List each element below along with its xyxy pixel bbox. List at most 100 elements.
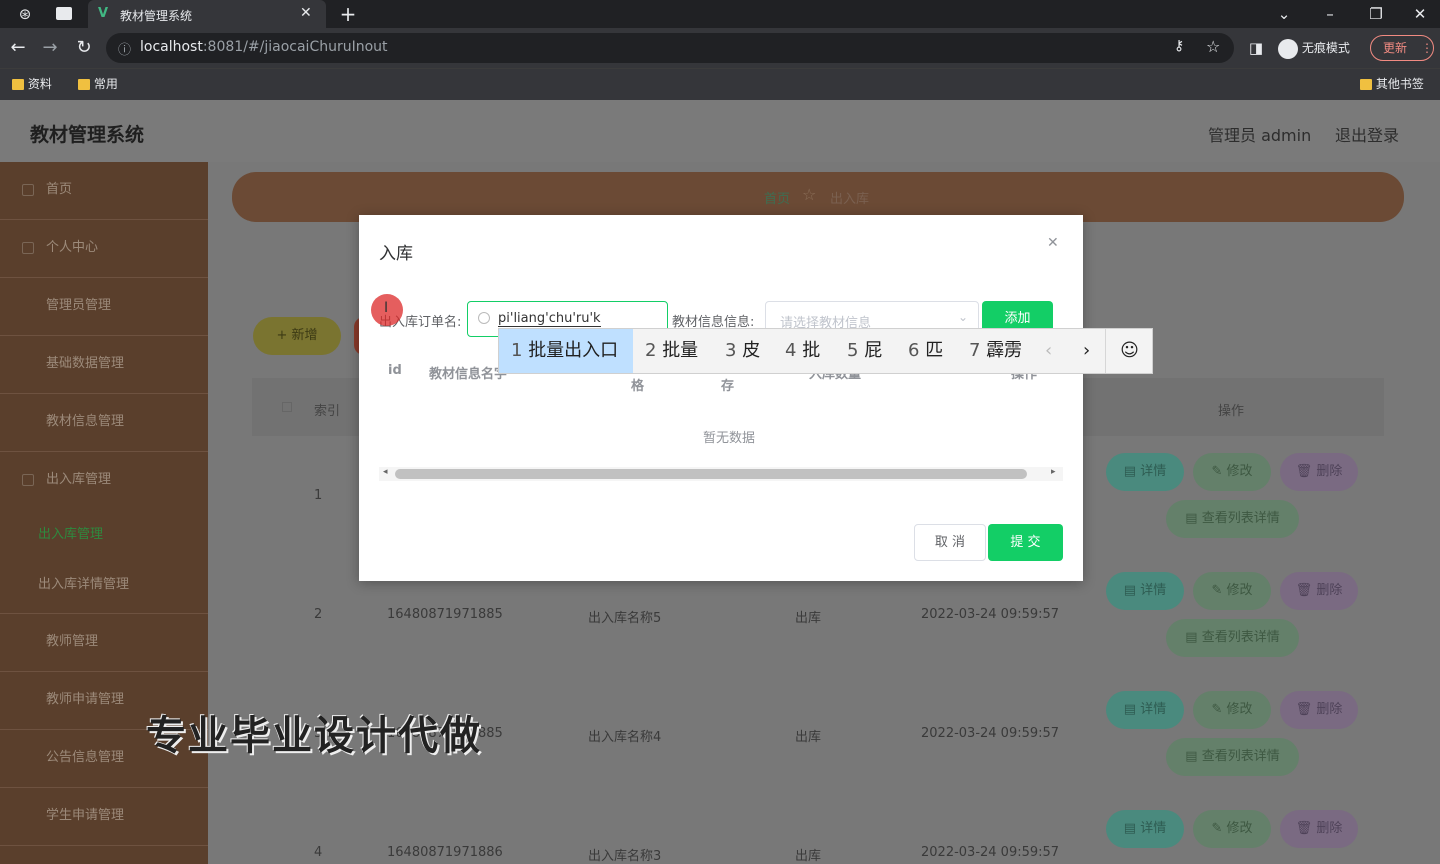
address-bar[interactable]: ⓘ localhost:8081/#/jiaocaiChuruInout ⚷ ☆ xyxy=(106,33,1234,63)
row-index: 1 xyxy=(314,488,323,503)
browser-menu-icon[interactable]: ⊛ xyxy=(12,0,38,28)
edit-label: 修改 xyxy=(1226,821,1253,836)
detail-button[interactable]: ▤ 详情 xyxy=(1106,810,1184,848)
close-window-icon[interactable]: ✕ xyxy=(1408,0,1432,28)
info-icon[interactable]: ⓘ xyxy=(118,39,131,58)
detail-button[interactable]: ▤ 详情 xyxy=(1106,691,1184,729)
view-list-detail-button[interactable]: ▤ 查看列表详情 xyxy=(1166,738,1299,776)
bookmark-star-icon[interactable]: ☆ xyxy=(1206,37,1220,56)
sidebar-subitem-label: 出入库管理 xyxy=(38,527,104,542)
edit-button[interactable]: ✎ 修改 xyxy=(1193,572,1271,610)
detail-button[interactable]: ▤ 详情 xyxy=(1106,572,1184,610)
close-tab-icon[interactable]: ✕ xyxy=(300,5,312,21)
browser-tab-strip: ⊛ V 教材管理系统 ✕ + ⌄ – ❐ ✕ xyxy=(0,0,1440,28)
minimize-icon[interactable]: – xyxy=(1318,0,1342,28)
scroll-right-icon[interactable]: ▸ xyxy=(1051,467,1056,477)
sidebar-item-student-apply[interactable]: 学生申请管理 xyxy=(0,788,208,846)
document-icon: ▤ xyxy=(1123,464,1141,479)
bookmark-folder[interactable]: 资料 xyxy=(12,75,52,92)
sidebar-item-profile[interactable]: 个人中心 xyxy=(0,220,208,278)
ime-candidate-1[interactable]: 1 批量出入口 xyxy=(499,329,633,373)
detail-button[interactable]: ▤ 详情 xyxy=(1106,453,1184,491)
edit-button[interactable]: ✎ 修改 xyxy=(1193,810,1271,848)
delete-button[interactable]: 🗑 删除 xyxy=(1280,453,1358,491)
sidebar-item-textbooks[interactable]: 教材信息管理 xyxy=(0,394,208,452)
reload-icon[interactable]: ↻ xyxy=(72,34,96,62)
key-icon[interactable]: ⚷ xyxy=(1174,38,1184,54)
new-tab-icon[interactable]: + xyxy=(336,0,360,28)
sidebar-item-label: 教师管理 xyxy=(46,634,99,649)
sidebar-item-inout[interactable]: 出入库管理 xyxy=(0,452,208,510)
ime-candidate-4[interactable]: 4 批 xyxy=(785,329,820,373)
bookmark-folder[interactable]: 常用 xyxy=(78,75,118,92)
ime-candidate-6[interactable]: 6 匹 xyxy=(908,329,943,373)
update-button[interactable]: 更新 ⋮ xyxy=(1370,35,1434,61)
sidebar-item-label: 基础数据管理 xyxy=(46,356,125,371)
ime-candidate-5[interactable]: 5 屁 xyxy=(847,329,882,373)
add-button[interactable]: + 新增 xyxy=(253,317,341,355)
browser-tab[interactable]: V 教材管理系统 ✕ xyxy=(88,0,326,28)
breadcrumb-home[interactable]: 首页 xyxy=(764,188,790,207)
cancel-button[interactable]: 取 消 xyxy=(914,524,986,561)
view-list-detail-button[interactable]: ▤ 查看列表详情 xyxy=(1166,500,1299,538)
document-icon: ▤ xyxy=(1123,821,1141,836)
delete-button[interactable]: 🗑 删除 xyxy=(1280,691,1358,729)
ime-next-icon[interactable]: › xyxy=(1083,329,1090,373)
edit-button[interactable]: ✎ 修改 xyxy=(1193,691,1271,729)
detail-label: 详情 xyxy=(1140,464,1167,479)
ime-prev-icon[interactable]: ‹ xyxy=(1045,329,1052,373)
ime-candidate-3[interactable]: 3 皮 xyxy=(725,329,760,373)
home-icon xyxy=(22,184,34,196)
row-index: 2 xyxy=(314,607,323,622)
view-list-detail-button[interactable]: ▤ 查看列表详情 xyxy=(1166,619,1299,657)
ime-candidate-2[interactable]: 2 批量 xyxy=(645,329,698,373)
horizontal-scrollbar[interactable]: ◂ ▸ xyxy=(379,467,1063,481)
document-icon: ▤ xyxy=(1123,702,1141,717)
sidebar-item-home[interactable]: 首页 xyxy=(0,162,208,220)
tab-search-icon[interactable] xyxy=(56,7,72,20)
row-name: 出入库名称3 xyxy=(588,849,662,864)
edit-label: 修改 xyxy=(1226,464,1253,479)
delete-button[interactable]: 🗑 删除 xyxy=(1280,810,1358,848)
sidebar-item-label: 出入库管理 xyxy=(46,472,112,487)
forward-icon[interactable]: → xyxy=(38,34,62,62)
sidebar-item-teachers[interactable]: 教师管理 xyxy=(0,614,208,672)
restore-icon[interactable]: ❐ xyxy=(1364,0,1388,28)
scrollbar-thumb[interactable] xyxy=(395,469,1027,479)
list-icon: ▤ xyxy=(1185,511,1202,526)
emoji-icon[interactable]: ☺ xyxy=(1105,329,1153,373)
logout-link[interactable]: 退出登录 xyxy=(1335,122,1399,146)
select-all-checkbox[interactable] xyxy=(282,402,292,412)
watermark-text: 专业毕业设计代做 xyxy=(146,713,482,759)
col-textbook-name: 教材信息名字 xyxy=(429,367,508,382)
other-bookmarks[interactable]: 其他书签 xyxy=(1360,75,1424,92)
submit-button[interactable]: 提 交 xyxy=(988,524,1063,561)
trash-icon: 🗑 xyxy=(1295,821,1317,836)
trash-icon: 🗑 xyxy=(1295,464,1317,479)
incognito-badge[interactable]: 无痕模式 xyxy=(1278,34,1368,62)
document-icon: ▤ xyxy=(1123,583,1141,598)
sidebar-item-admins[interactable]: 管理员管理 xyxy=(0,278,208,336)
user-label: 管理员 admin xyxy=(1208,126,1312,145)
sidebar-item-basedata[interactable]: 基础数据管理 xyxy=(0,336,208,394)
close-icon[interactable]: ✕ xyxy=(1047,235,1059,251)
scroll-left-icon[interactable]: ◂ xyxy=(383,467,388,477)
edit-button[interactable]: ✎ 修改 xyxy=(1193,453,1271,491)
row-type: 出库 xyxy=(795,611,822,626)
row-name: 出入库名称5 xyxy=(588,611,662,626)
candidate-number: 3 xyxy=(725,340,737,361)
text-cursor-icon: I xyxy=(384,300,389,316)
sidebar-subitem-inout[interactable]: 出入库管理 xyxy=(0,510,208,560)
ime-candidate-7[interactable]: 7 霹雳 xyxy=(969,329,1022,373)
tab-list-icon[interactable]: ⌄ xyxy=(1272,0,1296,28)
delete-button[interactable]: 🗑 删除 xyxy=(1280,572,1358,610)
sidebar-item-label: 学生申请管理 xyxy=(46,808,125,823)
ime-candidate-bar: 1 批量出入口 2 批量 3 皮 4 批 5 屁 6 匹 7 霹雳 ‹ › ☺ xyxy=(498,328,1153,374)
plus-icon: + xyxy=(276,328,292,343)
app-title: 教材管理系统 xyxy=(30,124,145,146)
sidebar-item-label: 管理员管理 xyxy=(46,298,112,313)
sidebar-subitem-inout-detail[interactable]: 出入库详情管理 xyxy=(0,560,208,614)
sidebar-toggle-icon[interactable]: ◨ xyxy=(1246,34,1266,62)
back-icon[interactable]: ← xyxy=(6,34,30,62)
more-menu-icon: ⋮ xyxy=(1421,41,1433,55)
